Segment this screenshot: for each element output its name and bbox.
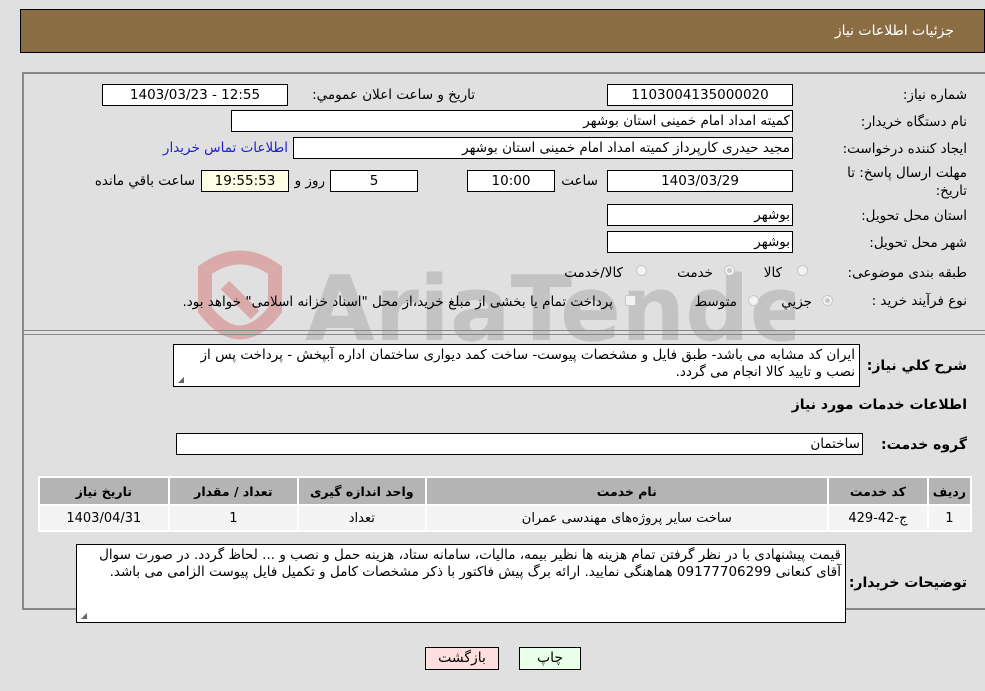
announce-datetime-field: 1403/03/23 - 12:55 (102, 84, 288, 106)
services-table: ردیف کد خدمت نام خدمت واحد اندازه گیری ت… (38, 476, 972, 532)
need-number-field: 1103004135000020 (607, 84, 793, 106)
resize-grip-icon[interactable]: ◢ (176, 376, 184, 384)
services-section-title: اطلاعات خدمات مورد نياز (791, 397, 967, 413)
time-remaining-label: ساعت باقي مانده (94, 173, 195, 189)
col-unit: واحد اندازه گیری (299, 478, 425, 504)
summary-textarea[interactable]: ایران کد مشابه می باشد- طبق فایل و مشخصا… (173, 344, 860, 387)
province-field: بوشهر (607, 204, 793, 226)
days-remaining-field: 5 (330, 170, 418, 192)
cell-need-date: 1403/04/31 (40, 506, 168, 530)
purchase-type-option-minor: جزيي (781, 294, 812, 310)
province-label: استان محل تحویل: (861, 208, 967, 224)
purchase-type-option-medium: متوسط (694, 294, 737, 310)
deadline-label-line2: تاریخ: (935, 183, 967, 199)
time-remaining-field: 19:55:53 (201, 170, 289, 192)
city-field: بوشهر (607, 231, 793, 253)
service-group-label: گروه خدمت: (881, 437, 967, 453)
buyer-contact-link[interactable]: اطلاعات تماس خريدار (163, 140, 288, 156)
category-radio-goods[interactable] (797, 265, 808, 276)
divider (24, 330, 985, 331)
announce-datetime-label: تاریخ و ساعت اعلان عمومي: (312, 87, 475, 103)
days-label: روز و (294, 173, 325, 189)
resize-grip-icon[interactable]: ◢ (79, 612, 87, 620)
cell-service-name: ساخت سایر پروژه‌های مهندسی عمران (426, 506, 828, 530)
deadline-time-label: ساعت (561, 173, 598, 189)
category-label: طبقه بندی موضوعی: (847, 265, 967, 281)
treasury-checkbox[interactable] (625, 295, 636, 306)
col-service-name: نام خدمت (426, 478, 828, 504)
col-need-date: تاریخ نیاز (40, 478, 168, 504)
purchase-type-radio-minor[interactable] (822, 295, 833, 306)
treasury-checkbox-label: پرداخت تمام یا بخشی از مبلغ خرید،از محل … (182, 294, 613, 310)
page-title: جزئیات اطلاعات نیاز (834, 23, 954, 39)
col-row-number: ردیف (928, 478, 970, 504)
purchase-type-label: نوع فرآیند خرید : (871, 293, 967, 309)
cell-unit: تعداد (299, 506, 425, 530)
table-row: 1 ج-42-429 ساخت سایر پروژه‌های مهندسی عم… (40, 506, 970, 530)
cell-service-code: ج-42-429 (829, 506, 927, 530)
need-number-label: شماره نیاز: (902, 87, 967, 103)
purchase-type-radio-medium[interactable] (748, 295, 759, 306)
page-header: جزئیات اطلاعات نیاز (20, 9, 985, 53)
buyer-org-field: کمیته امداد امام خمینی استان بوشهر (231, 110, 793, 132)
summary-label: شرح کلي نياز: (866, 358, 967, 374)
category-option-goods-service: کالا/خدمت (564, 265, 623, 281)
buyer-notes-textarea[interactable]: قیمت پیشنهادی با در نظر گرفتن تمام هزینه… (76, 544, 846, 623)
buyer-notes-label: توضیحات خریدار: (848, 575, 967, 591)
print-button[interactable]: چاپ (519, 647, 581, 670)
category-radio-service[interactable] (724, 265, 735, 276)
col-service-code: کد خدمت (829, 478, 927, 504)
back-button[interactable]: بازگشت (425, 647, 499, 670)
cell-row-number: 1 (928, 506, 970, 530)
category-radio-goods-service[interactable] (636, 265, 647, 276)
city-label: شهر محل تحویل: (869, 235, 967, 251)
summary-text: ایران کد مشابه می باشد- طبق فایل و مشخصا… (200, 347, 855, 380)
table-header-row: ردیف کد خدمت نام خدمت واحد اندازه گیری ت… (40, 478, 970, 504)
deadline-date-field: 1403/03/29 (607, 170, 793, 192)
requester-label: ایجاد کننده درخواست: (842, 141, 967, 157)
category-option-goods: کالا (763, 265, 782, 281)
requester-field: مجید حیدری کارپرداز کمیته امداد امام خمی… (293, 137, 793, 159)
buyer-org-label: نام دستگاه خريدار: (860, 114, 967, 130)
cell-quantity: 1 (169, 506, 298, 530)
divider (24, 334, 985, 335)
deadline-time-field: 10:00 (467, 170, 555, 192)
buyer-notes-text: قیمت پیشنهادی با در نظر گرفتن تمام هزینه… (99, 547, 841, 580)
category-option-service: خدمت (677, 265, 713, 281)
col-quantity: تعداد / مقدار (169, 478, 298, 504)
deadline-label-line1: مهلت ارسال پاسخ: تا (847, 165, 967, 181)
service-group-field: ساختمان (176, 433, 863, 455)
